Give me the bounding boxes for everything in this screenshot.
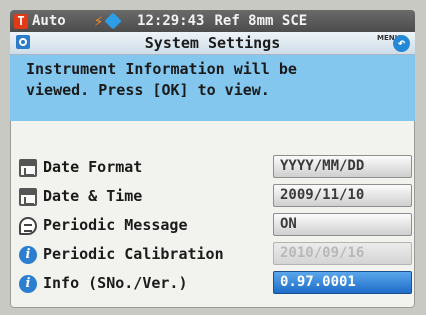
setting-label: Periodic Message [43,216,188,234]
measurement-condition: Ref 8mm SCE [214,13,308,29]
message-bubble-icon [19,217,37,235]
setting-label: Info (SNo./Ver.) [43,274,188,292]
back-arrow-icon: ↶ [393,35,410,52]
calendar-icon [19,159,37,177]
date-format-value[interactable]: YYYY/MM/DD [273,155,412,178]
help-message: Instrument Information will be viewed. P… [10,55,415,121]
info-icon: i [19,246,37,264]
measurement-mode: Auto [32,13,66,29]
setting-row-periodic-message[interactable]: Periodic Message ON [10,212,415,240]
setting-label: Periodic Calibration [43,245,224,263]
power-bolt-icon: ⚡ [94,12,104,30]
setting-label: Date & Time [43,187,143,205]
setting-row-date-format[interactable]: Date Format YYYY/MM/DD [10,154,415,182]
calendar-icon [19,188,37,206]
menu-back-button[interactable]: MENU ↶ [377,33,411,53]
battery-drop-icon [104,12,122,30]
title-bar: System Settings MENU ↶ [10,32,415,55]
measurement-mode-icon: T [14,13,28,29]
info-version-value[interactable]: 0.97.0001 [273,271,412,294]
setting-row-info[interactable]: i Info (SNo./Ver.) 0.97.0001 [10,270,415,298]
setting-label: Date Format [43,158,143,176]
status-bar: T Auto ⚡ 12:29:43 Ref 8mm SCE [10,10,415,32]
clock-time: 12:29:43 [137,13,205,29]
device-screen: T Auto ⚡ 12:29:43 Ref 8mm SCE System Set… [10,10,415,308]
info-icon: i [19,275,37,293]
page-title: System Settings [144,34,281,52]
periodic-message-value[interactable]: ON [273,213,412,236]
setting-row-periodic-calibration: i Periodic Calibration 2010/09/16 [10,241,415,269]
periodic-calibration-value: 2010/09/16 [273,242,412,265]
date-time-value[interactable]: 2009/11/10 [273,184,412,207]
setting-row-date-time[interactable]: Date & Time 2009/11/10 [10,183,415,211]
